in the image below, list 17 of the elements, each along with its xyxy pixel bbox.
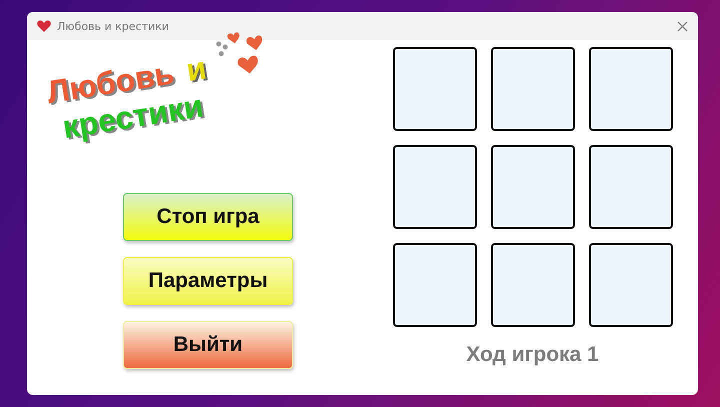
window-title: Любовь и крестики [57, 20, 170, 32]
board-cell[interactable] [588, 47, 672, 131]
logo-text: и [182, 50, 210, 90]
board-cell[interactable] [588, 145, 672, 229]
board-cell[interactable] [392, 47, 476, 131]
heart-icon [37, 20, 51, 32]
board-cell[interactable] [490, 47, 574, 131]
board-cell[interactable] [392, 145, 476, 229]
board-cell[interactable] [588, 243, 672, 327]
menu-button[interactable]: Параметры [123, 257, 293, 305]
status-text: Ход игрока 1 [466, 343, 599, 367]
board-cell[interactable] [490, 243, 574, 327]
board-cell[interactable] [490, 145, 574, 229]
close-icon[interactable] [677, 20, 688, 32]
menu-button[interactable]: Стоп игра [123, 193, 293, 241]
menu-button[interactable]: Выйти [123, 321, 293, 369]
board-cell[interactable] [392, 243, 476, 327]
